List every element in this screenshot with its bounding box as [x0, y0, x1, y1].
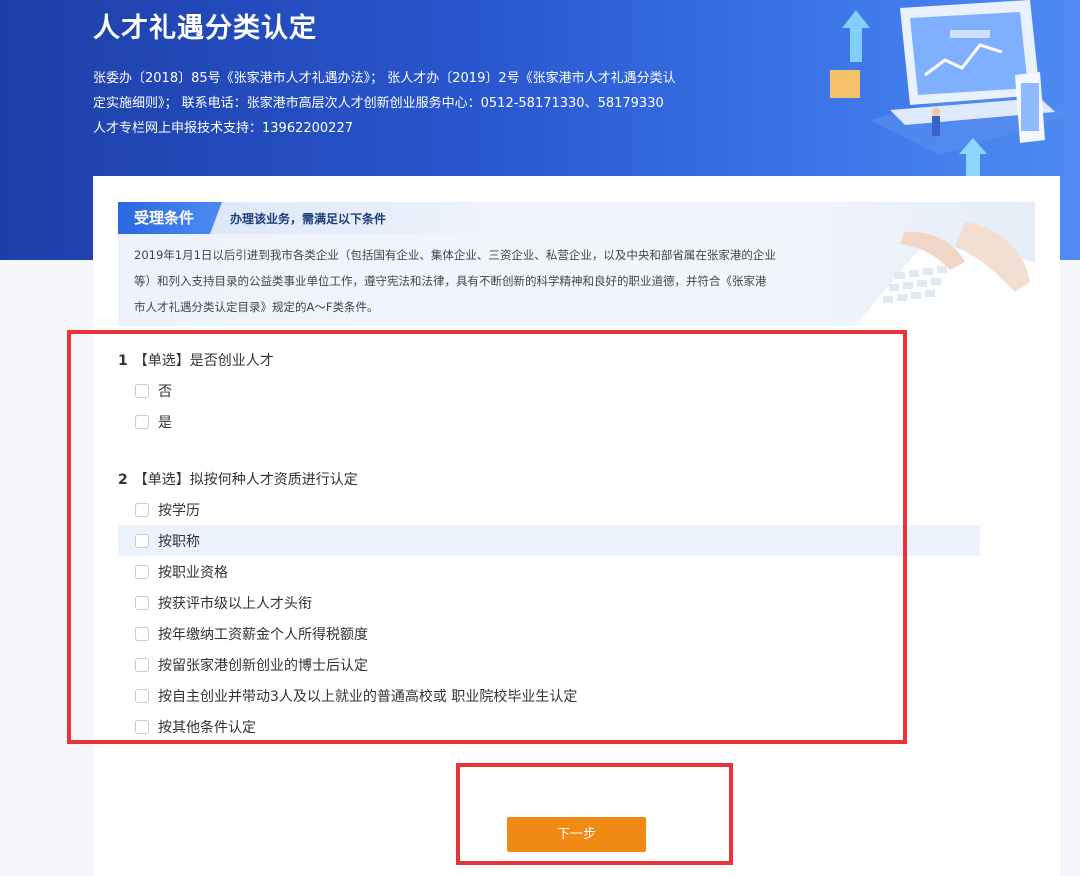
- policy-line: 定实施细则》； 联系电话：张家港市高层次人才创新创业服务中心：0512-5817…: [93, 96, 664, 111]
- computer-illustration-icon: [830, 0, 1070, 180]
- keyboard-hands-icon: [855, 222, 1035, 326]
- page-title: 人才礼遇分类认定: [93, 13, 317, 44]
- notice-tag: 受理条件: [118, 202, 222, 234]
- next-step-button[interactable]: 下一步: [507, 817, 646, 852]
- notice-body: 2019年1月1日以后引进到我市各类企业（包括国有企业、集体企业、三资企业、私营…: [134, 242, 806, 320]
- notice-subtitle: 办理该业务，需满足以下条件: [230, 212, 387, 226]
- notice-line: 2019年1月1日以后引进到我市各类企业（包括国有企业、集体企业、三资企业、私营…: [134, 248, 776, 262]
- policy-line: 张委办〔2018〕85号《张家港市人才礼遇办法》； 张人才办〔2019〕2号《张…: [93, 71, 676, 86]
- support-contact: 人才专栏网上申报技术支持：13962200227: [93, 121, 353, 136]
- policy-description: 张委办〔2018〕85号《张家港市人才礼遇办法》； 张人才办〔2019〕2号《张…: [93, 66, 703, 141]
- questions-highlight-box: [67, 330, 907, 744]
- notice-line: 市人才礼遇分类认定目录》规定的A～F类条件。: [134, 300, 379, 314]
- acceptance-conditions-panel: 受理条件 办理该业务，需满足以下条件 2019年1月1日以后引进到我市各类企业（…: [118, 202, 1035, 326]
- notice-line: 等）和列入支持目录的公益类事业单位工作，遵守宪法和法律，具有不断创新的科学精神和…: [134, 274, 767, 288]
